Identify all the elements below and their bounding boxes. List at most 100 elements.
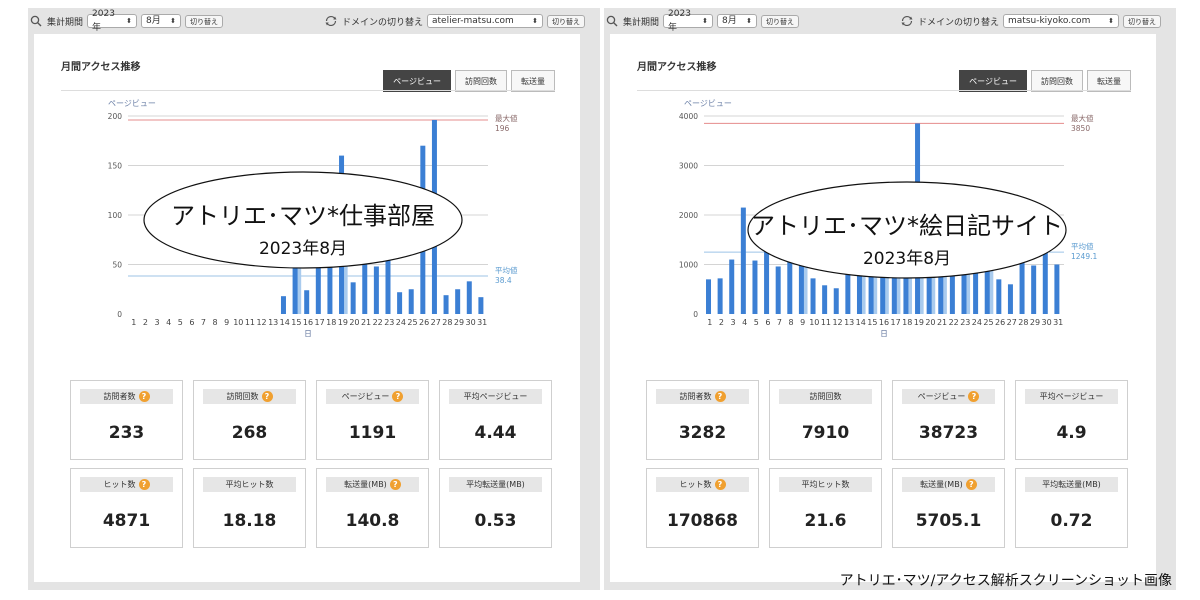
x-tick-label: 11 — [245, 318, 255, 327]
bar — [764, 243, 770, 314]
bar — [717, 278, 723, 314]
x-tick-label: 23 — [960, 318, 970, 327]
x-axis-label: 日 — [880, 329, 888, 338]
bar — [891, 264, 897, 314]
domain-label: ドメインの切り替え — [918, 17, 1000, 28]
bar — [478, 297, 484, 314]
bar — [706, 279, 712, 314]
bar — [845, 258, 851, 314]
x-tick-label: 19 — [914, 318, 924, 327]
domain-switch-button[interactable]: 切り替え — [1123, 14, 1162, 28]
bar — [973, 270, 979, 314]
domain-select[interactable]: atelier-matsu.com ⬍ — [427, 14, 544, 28]
period-label: 集計期間 — [623, 17, 660, 28]
bar — [949, 264, 955, 314]
avg-value: 38.4 — [495, 276, 512, 285]
help-icon[interactable]: ? — [714, 479, 726, 490]
select-arrow-icon: ⬍ — [126, 17, 133, 25]
y-tick-label: 0 — [693, 310, 698, 319]
x-tick-label: 16 — [303, 318, 313, 327]
x-tick-label: 2 — [719, 318, 724, 327]
avg-label: 平均値 — [495, 265, 518, 275]
select-arrow-icon: ⬍ — [746, 17, 753, 25]
period-switch-button[interactable]: 切り替え — [761, 14, 800, 28]
metric-tabs: ページビュー 訪問回数 転送量 — [383, 70, 555, 92]
bar — [915, 123, 921, 314]
bar — [362, 250, 368, 314]
x-tick-label: 12 — [256, 318, 266, 327]
filter-bar: 集計期間 2023年 ⬍ 8月 ⬍ 切り替え ドメインの切り替え atelier-m… — [28, 8, 600, 36]
x-tick-label: 17 — [315, 318, 325, 327]
tab-visits[interactable]: 訪問回数 — [455, 70, 507, 92]
period-switch-button[interactable]: 切り替え — [185, 14, 224, 28]
bar — [903, 264, 909, 314]
bar — [868, 264, 874, 314]
stat-visits: 訪問回数 7910 — [769, 380, 882, 460]
x-tick-label: 2 — [143, 318, 148, 327]
help-icon[interactable]: ? — [261, 391, 273, 402]
stat-avg-hits: 平均ヒット数 18.18 — [193, 468, 306, 548]
refresh-icon — [901, 15, 913, 27]
x-tick-label: 16 — [879, 318, 889, 327]
bar — [420, 145, 426, 314]
x-tick-label: 26 — [419, 318, 429, 327]
tab-pageview[interactable]: ページビュー — [383, 70, 451, 92]
stats-grid: 訪問者数? 3282 訪問回数 7910 ページビュー? 38723 平均ページビュー… — [646, 380, 1130, 548]
x-tick-label: 24 — [396, 318, 406, 327]
x-tick-label: 22 — [949, 318, 959, 327]
year-select[interactable]: 2023年 ⬍ — [87, 9, 138, 33]
bar — [961, 264, 967, 314]
avg-label: 平均値 — [1071, 241, 1094, 251]
help-icon[interactable]: ? — [965, 479, 977, 490]
x-tick-label: 1 — [707, 318, 712, 327]
domain-select[interactable]: matsu-kiyoko.com ⬍ — [1003, 14, 1120, 28]
help-icon[interactable]: ? — [389, 479, 401, 490]
y-tick-label: 100 — [108, 211, 123, 220]
y-tick-label: 1000 — [679, 261, 698, 270]
x-tick-label: 17 — [891, 318, 901, 327]
month-select[interactable]: 8月 ⬍ — [717, 14, 758, 28]
tab-transfer[interactable]: 転送量 — [1087, 70, 1131, 92]
help-icon[interactable]: ? — [392, 391, 404, 402]
domain-switch-button[interactable]: 切り替え — [547, 14, 586, 28]
help-icon[interactable]: ? — [714, 391, 726, 402]
x-tick-label: 6 — [189, 318, 194, 327]
tab-pageview[interactable]: ページビュー — [959, 70, 1027, 92]
bar — [787, 258, 793, 314]
x-tick-label: 9 — [224, 318, 229, 327]
bar — [327, 236, 333, 314]
y-tick-label: 4000 — [679, 112, 698, 121]
x-tick-label: 14 — [856, 318, 866, 327]
x-tick-label: 13 — [844, 318, 854, 327]
tab-transfer[interactable]: 転送量 — [511, 70, 555, 92]
x-tick-label: 27 — [1007, 318, 1017, 327]
section-title: 月間アクセス推移 — [61, 62, 141, 73]
y-tick-label: 200 — [108, 112, 123, 121]
x-tick-label: 21 — [937, 318, 947, 327]
analytics-panel-kiyoko: 集計期間 2023年 ⬍ 8月 ⬍ 切り替え ドメインの切り替え matsu-kiy… — [604, 8, 1176, 590]
monthly-card: 月間アクセス推移 ページビュー 訪問回数 転送量 ページビュー 0 50 100 150… — [34, 34, 580, 582]
bar — [938, 264, 944, 314]
y-tick-label: 3000 — [679, 162, 698, 171]
x-tick-label: 28 — [1018, 318, 1028, 327]
help-icon[interactable]: ? — [138, 479, 150, 490]
x-tick-label: 9 — [800, 318, 805, 327]
help-icon[interactable]: ? — [968, 391, 980, 402]
stat-pageviews: ページビュー? 1191 — [316, 380, 429, 460]
avg-value: 1249.1 — [1071, 252, 1097, 261]
bar — [984, 264, 990, 314]
stats-grid: 訪問者数? 233 訪問回数? 268 ページビュー? 1191 平均ページビュー 4.… — [70, 380, 554, 548]
tab-visits[interactable]: 訪問回数 — [1031, 70, 1083, 92]
bar — [1042, 249, 1048, 314]
bar — [775, 266, 781, 314]
x-tick-label: 20 — [349, 318, 359, 327]
year-select[interactable]: 2023年 ⬍ — [663, 9, 714, 33]
x-tick-label: 21 — [361, 318, 371, 327]
month-select[interactable]: 8月 ⬍ — [141, 14, 182, 28]
section-title: 月間アクセス推移 — [637, 62, 717, 73]
x-tick-label: 31 — [477, 318, 487, 327]
x-tick-label: 8 — [789, 318, 794, 327]
help-icon[interactable]: ? — [138, 391, 150, 402]
x-tick-label: 3 — [730, 318, 735, 327]
select-arrow-icon: ⬍ — [702, 17, 709, 25]
